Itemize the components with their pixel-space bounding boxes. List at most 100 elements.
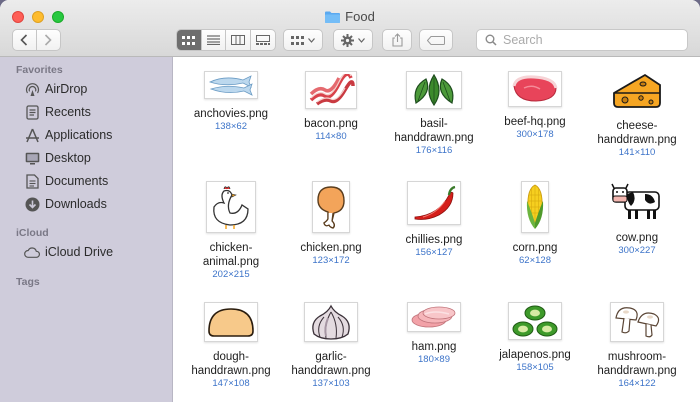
sidebar-item-downloads[interactable]: Downloads xyxy=(24,194,107,214)
list-icon xyxy=(206,35,220,45)
applications-icon xyxy=(24,127,40,143)
file-grid: anchovies.png 138×62 bacon.png 114×80 ba… xyxy=(174,57,700,402)
file-item[interactable]: garlic- handdrawn.png 137×103 xyxy=(279,302,383,390)
group-by-button[interactable] xyxy=(283,29,323,51)
airdrop-icon xyxy=(24,81,40,97)
file-dimensions: 137×103 xyxy=(312,378,350,389)
chevron-right-icon xyxy=(45,34,52,46)
sidebar-item-label: AirDrop xyxy=(45,82,88,96)
file-name: basil- handdrawn.png xyxy=(394,118,474,144)
sidebar-section-tags: Tags xyxy=(16,276,40,288)
ham-icon xyxy=(407,302,461,332)
file-item[interactable]: chicken- animal.png 202×215 xyxy=(179,181,283,281)
file-name: bacon.png xyxy=(304,118,358,130)
dough-icon xyxy=(204,302,258,342)
file-name: anchovies.png xyxy=(193,108,269,120)
sidebar-item-label: Downloads xyxy=(45,197,107,211)
basil-icon xyxy=(406,71,462,109)
file-item[interactable]: chicken.png 123×172 xyxy=(279,181,383,267)
beef-icon xyxy=(508,71,562,107)
file-item[interactable]: ham.png 180×89 xyxy=(382,302,486,366)
file-name: beef-hq.png xyxy=(504,116,566,128)
sidebar: Favorites AirDrop Recents Applications D… xyxy=(0,57,173,402)
anchovies-icon xyxy=(204,71,258,99)
file-dimensions: 202×215 xyxy=(212,269,250,280)
file-name: corn.png xyxy=(512,242,558,254)
file-item[interactable]: jalapenos.png 158×105 xyxy=(483,302,587,374)
file-item[interactable]: bacon.png 114×80 xyxy=(279,71,383,143)
file-name: cow.png xyxy=(615,232,659,244)
search-icon xyxy=(485,34,497,46)
file-name: dough- handdrawn.png xyxy=(191,351,271,377)
file-item[interactable]: dough- handdrawn.png 147×108 xyxy=(179,302,283,390)
file-item[interactable]: corn.png 62×128 xyxy=(483,181,587,267)
sidebar-item-documents[interactable]: Documents xyxy=(24,171,108,191)
mushroom-icon xyxy=(610,302,664,342)
sidebar-item-airdrop[interactable]: AirDrop xyxy=(24,79,87,99)
cloud-icon xyxy=(24,244,40,260)
file-name: mushroom- handdrawn.png xyxy=(597,351,677,377)
list-view-button[interactable] xyxy=(202,30,226,50)
file-dimensions: 123×172 xyxy=(312,255,350,266)
file-name: chicken- animal.png xyxy=(202,242,260,268)
file-dimensions: 164×122 xyxy=(618,378,656,389)
documents-icon xyxy=(24,173,40,189)
chicken-leg-icon xyxy=(312,181,350,233)
tag-icon xyxy=(427,35,445,45)
file-dimensions: 180×89 xyxy=(418,354,450,365)
file-item[interactable]: beef-hq.png 300×178 xyxy=(483,71,587,141)
downloads-icon xyxy=(24,196,40,212)
file-dimensions: 176×116 xyxy=(415,145,453,156)
chevron-down-icon xyxy=(308,37,315,43)
sidebar-item-label: Applications xyxy=(45,128,113,142)
file-dimensions: 300×227 xyxy=(618,245,656,256)
window-title: Food xyxy=(0,9,700,24)
file-name: chillies.png xyxy=(405,234,463,246)
desktop-icon xyxy=(24,150,40,166)
back-button[interactable] xyxy=(13,30,37,50)
file-dimensions: 147×108 xyxy=(212,378,250,389)
file-item[interactable]: anchovies.png 138×62 xyxy=(179,71,283,133)
file-name: chicken.png xyxy=(300,242,362,254)
sidebar-item-recents[interactable]: Recents xyxy=(24,102,91,122)
column-view-button[interactable] xyxy=(226,30,251,50)
recents-icon xyxy=(24,104,40,120)
sidebar-item-label: Recents xyxy=(45,105,91,119)
sidebar-item-desktop[interactable]: Desktop xyxy=(24,148,91,168)
file-item[interactable]: cheese- handdrawn.png 141×110 xyxy=(585,71,689,159)
tags-button[interactable] xyxy=(419,29,453,51)
file-name: jalapenos.png xyxy=(499,349,571,361)
title-bar: Food Search xyxy=(0,0,700,57)
sidebar-item-applications[interactable]: Applications xyxy=(24,125,112,145)
chicken-animal-icon xyxy=(206,181,256,233)
file-item[interactable]: basil- handdrawn.png 176×116 xyxy=(382,71,486,157)
gear-icon xyxy=(341,33,354,47)
file-item[interactable]: cow.png 300×227 xyxy=(585,181,689,257)
finder-window: Food Search Favorites AirDrop Recents Ap… xyxy=(0,0,700,402)
file-item[interactable]: mushroom- handdrawn.png 164×122 xyxy=(585,302,689,390)
search-field[interactable]: Search xyxy=(476,29,688,51)
sidebar-item-label: Documents xyxy=(45,174,109,188)
corn-icon xyxy=(521,181,549,233)
forward-button[interactable] xyxy=(37,30,60,50)
sidebar-item-label: iCloud Drive xyxy=(45,245,114,259)
chilli-icon xyxy=(407,181,461,225)
file-dimensions: 156×127 xyxy=(415,247,453,258)
icon-view-button[interactable] xyxy=(177,30,202,50)
file-name: ham.png xyxy=(411,341,457,353)
sidebar-section-favorites: Favorites xyxy=(16,64,63,76)
action-menu-button[interactable] xyxy=(333,29,373,51)
sidebar-item-icloud-drive[interactable]: iCloud Drive xyxy=(24,242,113,262)
cheese-icon xyxy=(610,71,664,111)
gallery-view-button[interactable] xyxy=(251,30,275,50)
file-dimensions: 114×80 xyxy=(315,131,347,142)
file-dimensions: 141×110 xyxy=(618,147,656,158)
chevron-left-icon xyxy=(20,34,28,46)
garlic-icon xyxy=(304,302,358,342)
share-button[interactable] xyxy=(382,29,412,51)
file-name: garlic- handdrawn.png xyxy=(291,351,371,377)
file-item[interactable]: chillies.png 156×127 xyxy=(382,181,486,259)
file-dimensions: 62×128 xyxy=(519,255,551,266)
sidebar-item-label: Desktop xyxy=(45,151,91,165)
cow-icon xyxy=(610,181,664,223)
